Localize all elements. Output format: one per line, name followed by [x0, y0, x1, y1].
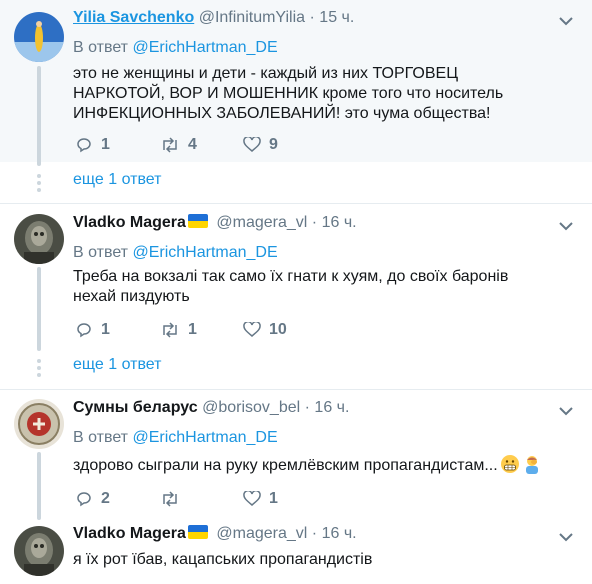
author-name[interactable]: Сумны беларус	[73, 399, 198, 416]
like-count: 9	[269, 136, 278, 153]
thread-line	[37, 267, 41, 351]
author-name[interactable]: Vladko Magera	[73, 214, 186, 231]
timestamp[interactable]: 16 ч.	[322, 525, 357, 542]
timestamp[interactable]: 16 ч.	[314, 399, 349, 416]
retweet-count: 1	[188, 321, 197, 338]
timestamp[interactable]: 15 ч.	[319, 9, 354, 26]
reply-icon	[75, 136, 93, 154]
like-count: 1	[269, 490, 278, 507]
tweet-actions: 1 4 9	[73, 133, 373, 157]
author-handle[interactable]: @magera_vl	[216, 525, 307, 542]
reply-button[interactable]: 1	[75, 318, 110, 342]
retweet-button[interactable]: 1	[160, 318, 197, 342]
chevron-down-icon[interactable]	[558, 219, 574, 231]
retweet-icon	[160, 137, 180, 153]
ukraine-flag-icon	[187, 525, 208, 539]
author-name[interactable]: Vladko Magera	[73, 525, 186, 542]
retweet-icon	[160, 322, 180, 338]
author-name[interactable]: Yilia Savchenko	[73, 9, 194, 26]
reply-count: 2	[101, 490, 110, 507]
avatar[interactable]	[14, 12, 64, 62]
like-button[interactable]: 9	[243, 133, 278, 157]
tweet-text: я їх рот їбав, кацапських пропагандистів	[73, 551, 373, 568]
avatar[interactable]	[14, 214, 64, 264]
reply-icon	[75, 490, 93, 508]
separator-dot: ·	[311, 214, 318, 231]
tweet-text-content: здорово сыграли на руку кремлёвским проп…	[73, 457, 498, 474]
reply-tweet[interactable]: Vladko Magera @magera_vl · 16 ч. я їх ро…	[0, 514, 592, 584]
reply-button[interactable]: 1	[75, 133, 110, 157]
author-handle[interactable]: @magera_vl	[216, 214, 307, 231]
timestamp[interactable]: 16 ч.	[322, 214, 357, 231]
thread-line	[37, 452, 41, 520]
reply-prefix: В ответ	[73, 39, 129, 56]
like-button[interactable]: 10	[243, 318, 287, 342]
author-handle[interactable]: @borisov_bel	[202, 399, 300, 416]
chevron-down-icon[interactable]	[558, 530, 574, 542]
reply-count: 1	[101, 136, 110, 153]
like-count: 10	[269, 321, 287, 338]
separator-dot: ·	[311, 525, 318, 542]
heart-icon	[243, 137, 261, 153]
heart-icon	[243, 322, 261, 338]
tweet-text: это не женщины и дети - каждый из них ТО…	[73, 65, 504, 122]
retweet-button[interactable]: 4	[160, 133, 197, 157]
reply-prefix: В ответ	[73, 244, 129, 261]
reply-context: В ответ @ErichHartman_DE	[73, 428, 278, 448]
heart-icon	[243, 491, 261, 507]
show-more-replies-link[interactable]: еще 1 ответ	[73, 355, 161, 375]
reply-prefix: В ответ	[73, 429, 129, 446]
reply-count: 1	[101, 321, 110, 338]
avatar[interactable]	[14, 399, 64, 449]
thread-dots	[37, 359, 41, 380]
ukraine-flag-icon	[187, 214, 208, 228]
facepalm-emoji-icon	[522, 454, 542, 474]
reply-tweet[interactable]: Vladko Magera @magera_vl · 16 ч. В ответ…	[0, 203, 592, 339]
tweet-actions: 2 1	[73, 487, 373, 511]
author-handle[interactable]: @InfinitumYilia	[199, 9, 305, 26]
reply-tweet[interactable]: Yilia Savchenko @InfinitumYilia · 15 ч. …	[0, 0, 592, 162]
retweet-button[interactable]	[160, 487, 188, 511]
avatar[interactable]	[14, 526, 64, 576]
reply-mention-link[interactable]: @ErichHartman_DE	[132, 39, 277, 56]
chevron-down-icon[interactable]	[558, 404, 574, 416]
thread-dots	[37, 174, 41, 195]
show-more-replies-link[interactable]: еще 1 ответ	[73, 170, 161, 190]
retweet-count: 4	[188, 136, 197, 153]
reply-context: В ответ @ErichHartman_DE	[73, 243, 278, 263]
tweet-text: здорово сыграли на руку кремлёвским проп…	[73, 454, 583, 476]
reply-mention-link[interactable]: @ErichHartman_DE	[132, 429, 277, 446]
like-button[interactable]: 1	[243, 487, 278, 511]
separator-dot: ·	[304, 399, 310, 416]
retweet-icon	[160, 491, 180, 507]
tweet-actions: 1 1 10	[73, 318, 373, 342]
reply-tweet[interactable]: Сумны беларус @borisov_bel · 16 ч. В отв…	[0, 390, 592, 510]
chevron-down-icon[interactable]	[558, 14, 574, 26]
reply-button[interactable]: 2	[75, 487, 110, 511]
reply-mention-link[interactable]: @ErichHartman_DE	[132, 244, 277, 261]
reply-icon	[75, 321, 93, 339]
tweet-text: Треба на вокзалі так само їх гнати к хуя…	[73, 268, 509, 305]
thread-line	[37, 66, 41, 166]
grimacing-face-emoji-icon	[500, 454, 520, 474]
reply-context: В ответ @ErichHartman_DE	[73, 38, 278, 58]
separator-dot: ·	[309, 9, 315, 26]
